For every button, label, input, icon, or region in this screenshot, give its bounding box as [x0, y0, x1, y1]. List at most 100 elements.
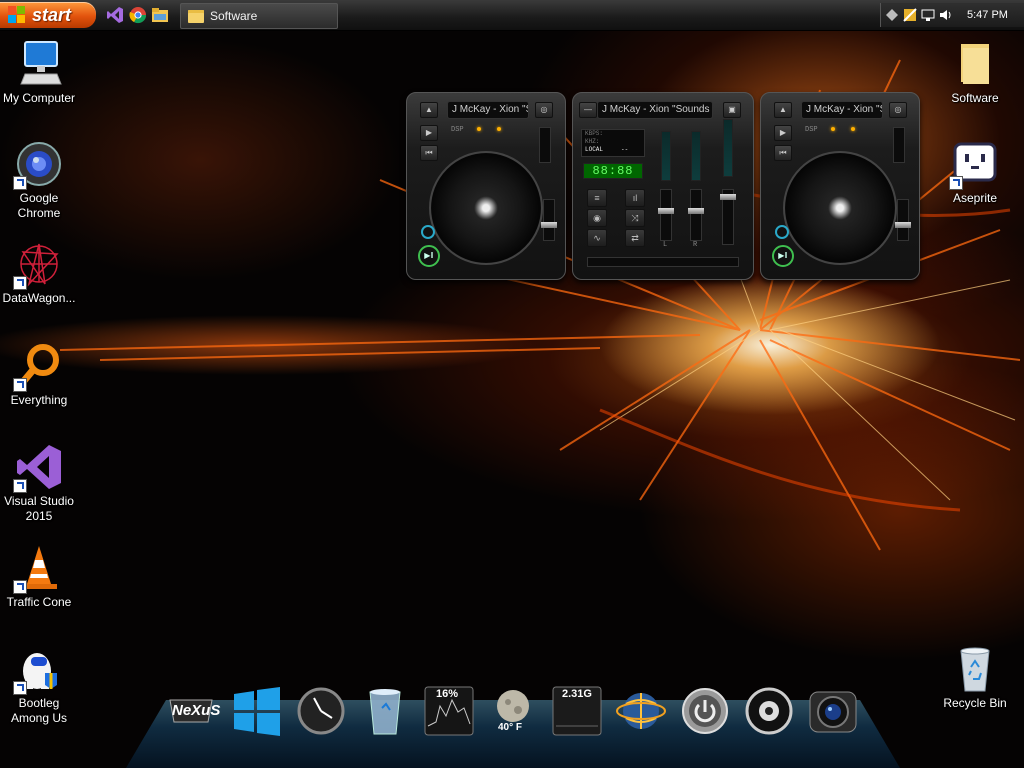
- diamond-icon[interactable]: [885, 8, 899, 22]
- play-next-button[interactable]: ▶: [420, 125, 438, 141]
- desktop-icon-label: Software: [951, 91, 999, 105]
- start-button[interactable]: start: [0, 2, 96, 28]
- play-pause-button[interactable]: ▶‖: [772, 245, 794, 267]
- deck-track-title: J McKay - Xion "S: [447, 101, 529, 119]
- status-led: [831, 127, 835, 131]
- turntable-platter[interactable]: [429, 151, 543, 265]
- shortcut-arrow-icon: [13, 378, 27, 392]
- cpu-percent: 16%: [436, 688, 459, 700]
- memory-value: 2.31G: [562, 688, 592, 700]
- cue-button[interactable]: [421, 225, 435, 239]
- desktop-icon-aseprite[interactable]: Aseprite: [937, 140, 1013, 206]
- shortcut-arrow-icon: [949, 176, 963, 190]
- dj-mixer: — J McKay - Xion "Sounds ▣ KBPS: KHZ: LO…: [572, 92, 754, 280]
- previous-track-button[interactable]: ⏮: [774, 145, 792, 161]
- camera-icon[interactable]: [808, 686, 858, 736]
- network-icon[interactable]: [921, 8, 935, 22]
- memory-meter[interactable]: 2.31G: [552, 686, 602, 736]
- desktop-icon-label: DataWagon...: [2, 291, 76, 305]
- shortcut-arrow-icon: [13, 681, 27, 695]
- power-icon[interactable]: [680, 686, 730, 736]
- desktop-icon-datawagon[interactable]: DataWagon...: [1, 240, 77, 306]
- cue-button[interactable]: [775, 225, 789, 239]
- crossfader[interactable]: [587, 257, 739, 267]
- platter-hub: [828, 196, 852, 220]
- play-pause-button[interactable]: ▶‖: [418, 245, 440, 267]
- taskbar-button-software[interactable]: Software: [180, 3, 338, 29]
- chrome-icon: [13, 140, 63, 190]
- status-led: [497, 127, 501, 131]
- system-tray: 5:47 PM: [880, 3, 1024, 27]
- eject-button[interactable]: ▲: [420, 102, 438, 118]
- pitch-meter: [893, 127, 905, 163]
- local-row: LOCAL --: [582, 146, 644, 154]
- pitch-fader[interactable]: [541, 199, 557, 241]
- dj-deck-b: ▲ J McKay - Xion "S ◎ ▶ ⏮ DSP ▶‖: [760, 92, 920, 280]
- loop-button[interactable]: ◎: [535, 102, 553, 118]
- previous-track-button[interactable]: ⏮: [420, 145, 438, 161]
- volume-icon[interactable]: [939, 8, 953, 22]
- left-channel-label: L: [663, 241, 668, 249]
- master-fader[interactable]: [720, 189, 736, 245]
- settings-button[interactable]: ▣: [723, 102, 741, 118]
- chrome-icon[interactable]: [129, 6, 147, 24]
- stream-info-display: KBPS: KHZ: LOCAL --: [581, 129, 645, 157]
- repeat-button[interactable]: ⇄: [625, 229, 645, 247]
- waveform-button[interactable]: ∿: [587, 229, 607, 247]
- weather-widget[interactable]: 40° F: [488, 686, 538, 736]
- desktop-icon-label: Aseprite: [952, 191, 998, 205]
- turntable-platter[interactable]: [783, 151, 897, 265]
- time-counter: 88:88: [583, 163, 643, 179]
- volume-fader-left[interactable]: [658, 189, 674, 241]
- loop-button[interactable]: ◎: [889, 102, 907, 118]
- record-button[interactable]: ◉: [587, 209, 607, 227]
- folder-icon: [951, 40, 999, 88]
- play-next-button[interactable]: ▶: [774, 125, 792, 141]
- clock[interactable]: 5:47 PM: [967, 9, 1008, 21]
- status-led: [477, 127, 481, 131]
- nexus-label: NeXuS: [172, 702, 221, 719]
- local-label: LOCAL: [585, 146, 604, 153]
- network-globe-icon[interactable]: [616, 686, 666, 736]
- playlist-button[interactable]: ≡: [587, 189, 607, 207]
- volume-fader-right[interactable]: [688, 189, 704, 241]
- windows-flag-icon: [8, 6, 26, 24]
- desktop-icon-everything[interactable]: Everything: [1, 342, 77, 408]
- windows-icon[interactable]: [232, 686, 282, 736]
- desktop-icon-google-chrome[interactable]: Google Chrome: [1, 140, 77, 221]
- desktop-icon-visual-studio[interactable]: Visual Studio 2015: [1, 443, 77, 524]
- shuffle-button[interactable]: ⤨: [625, 209, 645, 227]
- kbps-label: KBPS:: [585, 130, 604, 137]
- taskbar: start Software 5:47 PM: [0, 0, 1024, 31]
- desktop-icon-bootleg-among-us[interactable]: Bootleg Among Us: [1, 645, 77, 726]
- minimize-button[interactable]: —: [579, 102, 597, 118]
- desktop-icon-my-computer[interactable]: My Computer: [1, 40, 77, 106]
- nexus-logo[interactable]: NeXuS: [166, 686, 220, 736]
- eject-button[interactable]: ▲: [774, 102, 792, 118]
- desktop-icon-label: Traffic Cone: [6, 595, 72, 609]
- taskbar-button-label: Software: [210, 9, 258, 23]
- desktop-icon-recycle-bin[interactable]: Recycle Bin: [937, 645, 1013, 711]
- shortcut-arrow-icon: [13, 276, 27, 290]
- desktop-icon-label: My Computer: [2, 91, 76, 105]
- pitch-fader[interactable]: [895, 199, 911, 241]
- temperature-label: 40° F: [498, 722, 523, 733]
- pitch-meter: [539, 127, 551, 163]
- equalizer-button[interactable]: ıl: [625, 189, 645, 207]
- recycle-bin-icon: [951, 645, 999, 693]
- visual-studio-icon[interactable]: [106, 6, 124, 24]
- explorer-icon[interactable]: [151, 6, 169, 24]
- search-icon: [13, 342, 63, 392]
- visual-studio-icon: [13, 443, 63, 493]
- dsp-label: DSP: [451, 126, 464, 134]
- desktop-icon-label: Bootleg Among Us: [10, 696, 68, 725]
- security-icon[interactable]: [903, 8, 917, 22]
- vu-meter-right: [691, 131, 701, 181]
- clock-widget[interactable]: [296, 686, 346, 736]
- speaker-icon[interactable]: [744, 686, 794, 736]
- desktop-icon-traffic-cone[interactable]: Traffic Cone: [1, 544, 77, 610]
- recycle-bin-icon[interactable]: [360, 686, 410, 736]
- cpu-meter[interactable]: 16%: [424, 686, 474, 736]
- desktop-icon-software-folder[interactable]: Software: [937, 40, 1013, 106]
- dock-bar: NeXuS 16% 40° F 2.31G: [126, 686, 900, 768]
